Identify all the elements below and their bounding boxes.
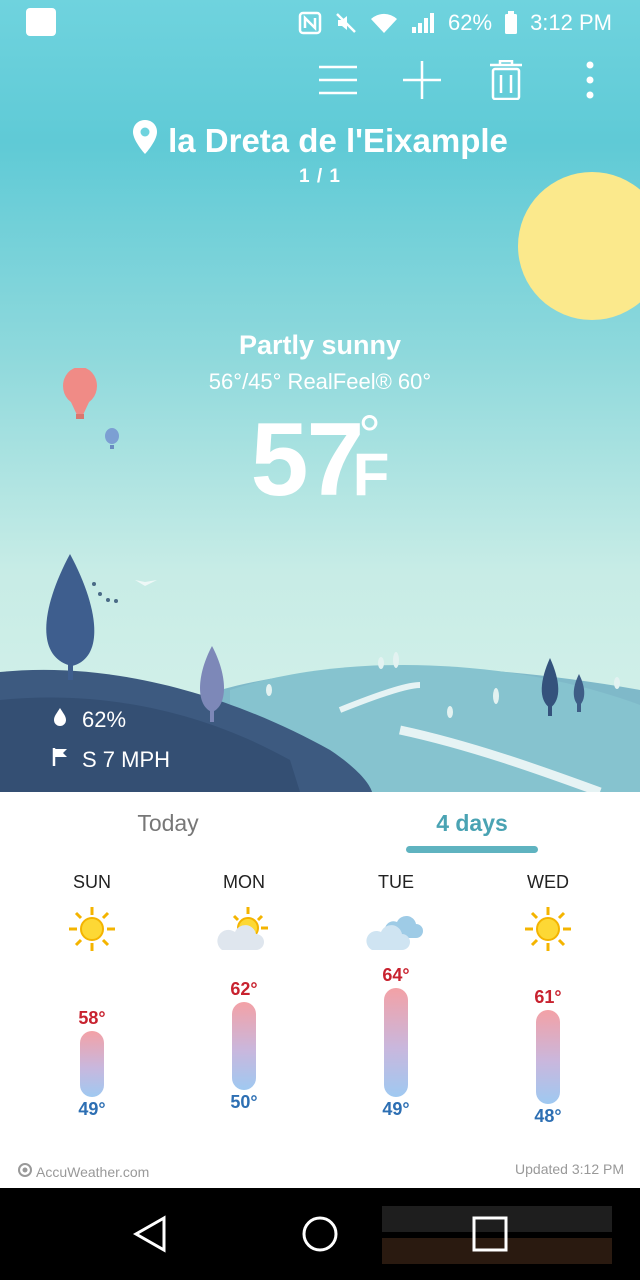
accuweather-logo-icon bbox=[18, 1163, 32, 1180]
back-icon[interactable] bbox=[128, 1212, 172, 1256]
temperature-bar bbox=[232, 1002, 256, 1090]
page-indicator: 1 / 1 bbox=[299, 166, 341, 187]
temperature-bar bbox=[80, 1031, 104, 1098]
delete-icon[interactable] bbox=[484, 56, 528, 104]
location-header: la Dreta de l'Eixample 1 / 1 bbox=[0, 120, 640, 188]
high-temperature: 61° bbox=[534, 986, 562, 1007]
low-temperature: 48° bbox=[534, 1106, 562, 1127]
high-temperature: 64° bbox=[382, 964, 410, 985]
footer: AccuWeather.com Updated 3:12 PM bbox=[0, 1155, 640, 1187]
signal-icon bbox=[410, 11, 436, 35]
sunny-icon bbox=[62, 904, 122, 954]
brand-name: AccuWeather.com bbox=[36, 1163, 150, 1180]
cloudy-icon bbox=[366, 904, 426, 954]
status-bar: 62% 3:12 PM bbox=[0, 0, 640, 46]
temperature-range: 58° 49° bbox=[32, 1008, 152, 1120]
forecast-day[interactable]: WED bbox=[488, 872, 608, 954]
condition-text: Partly sunny bbox=[238, 330, 402, 360]
more-icon[interactable] bbox=[568, 56, 612, 104]
humidity-drop-icon bbox=[52, 707, 68, 733]
notification-app-icon bbox=[26, 8, 56, 36]
nfc-icon bbox=[298, 11, 322, 35]
battery-icon bbox=[504, 11, 518, 35]
low-temperature: 49° bbox=[78, 1099, 106, 1120]
toolbar bbox=[316, 56, 612, 104]
weather-hero: 62% 3:12 PM la Dreta de l'Eixample 1 / 1… bbox=[0, 0, 640, 792]
temperature-bar bbox=[536, 1009, 560, 1105]
current-temperature: 57°F bbox=[0, 400, 640, 520]
wind-row: S 7 MPH bbox=[52, 740, 170, 780]
active-tab-indicator bbox=[406, 846, 538, 853]
temperature-range: 62° 50° bbox=[184, 979, 304, 1113]
day-name: MON bbox=[223, 872, 265, 892]
partly-sunny-icon bbox=[214, 904, 274, 954]
tab-today[interactable]: Today bbox=[48, 810, 288, 837]
forecast-day[interactable]: SUN bbox=[32, 872, 152, 954]
sun-illustration bbox=[518, 172, 640, 320]
location-name: la Dreta de l'Eixample bbox=[168, 122, 508, 159]
temperature-unit: F bbox=[352, 441, 390, 508]
wifi-icon bbox=[370, 11, 398, 35]
day-name: SUN bbox=[72, 872, 111, 892]
four-day-forecast: SUN MON TUE WED 58° 49° 62° 50° 64° 49° 61° 48° bbox=[0, 872, 640, 1152]
temperature-bar bbox=[384, 987, 408, 1098]
accuweather-link[interactable]: AccuWeather.com bbox=[18, 1163, 149, 1180]
menu-icon[interactable] bbox=[316, 56, 360, 104]
temperature-value: 57 bbox=[250, 402, 365, 518]
recents-icon[interactable] bbox=[468, 1212, 512, 1256]
home-icon[interactable] bbox=[298, 1212, 342, 1256]
forecast-tabs: Today 4 days bbox=[0, 792, 640, 862]
humidity-row: 62% bbox=[52, 700, 170, 740]
location-button[interactable]: la Dreta de l'Eixample bbox=[132, 120, 508, 162]
temperature-range: 64° 49° bbox=[336, 965, 456, 1121]
high-temperature: 58° bbox=[78, 1008, 106, 1029]
location-pin-icon bbox=[132, 120, 158, 162]
humidity-value: 62% bbox=[82, 707, 127, 732]
forecast-day[interactable]: MON bbox=[184, 872, 304, 954]
low-temperature: 49° bbox=[382, 1099, 410, 1120]
forecast-day[interactable]: TUE bbox=[336, 872, 456, 954]
low-temperature: 50° bbox=[230, 1091, 258, 1112]
day-name: TUE bbox=[378, 872, 414, 892]
wind-flag-icon bbox=[52, 747, 68, 773]
tab-4-days[interactable]: 4 days bbox=[352, 810, 592, 837]
clock: 3:12 PM bbox=[530, 10, 612, 35]
day-name: WED bbox=[527, 872, 569, 892]
weather-stats: 62% S 7 MPH bbox=[52, 700, 170, 780]
hilo-realfeel: 56°/45° RealFeel® 60° bbox=[208, 369, 432, 394]
system-navigation-bar bbox=[0, 1188, 640, 1280]
updated-time: Updated 3:12 PM bbox=[515, 1161, 624, 1177]
mute-icon bbox=[334, 11, 358, 35]
sunny-icon bbox=[518, 904, 578, 954]
add-icon[interactable] bbox=[400, 56, 444, 104]
battery-percent: 62% bbox=[448, 10, 493, 35]
high-temperature: 62° bbox=[230, 979, 258, 1000]
temperature-range: 61° 48° bbox=[488, 987, 608, 1128]
current-condition: Partly sunny 56°/45° RealFeel® 60° bbox=[0, 330, 640, 395]
wind-value: S 7 MPH bbox=[82, 747, 171, 772]
